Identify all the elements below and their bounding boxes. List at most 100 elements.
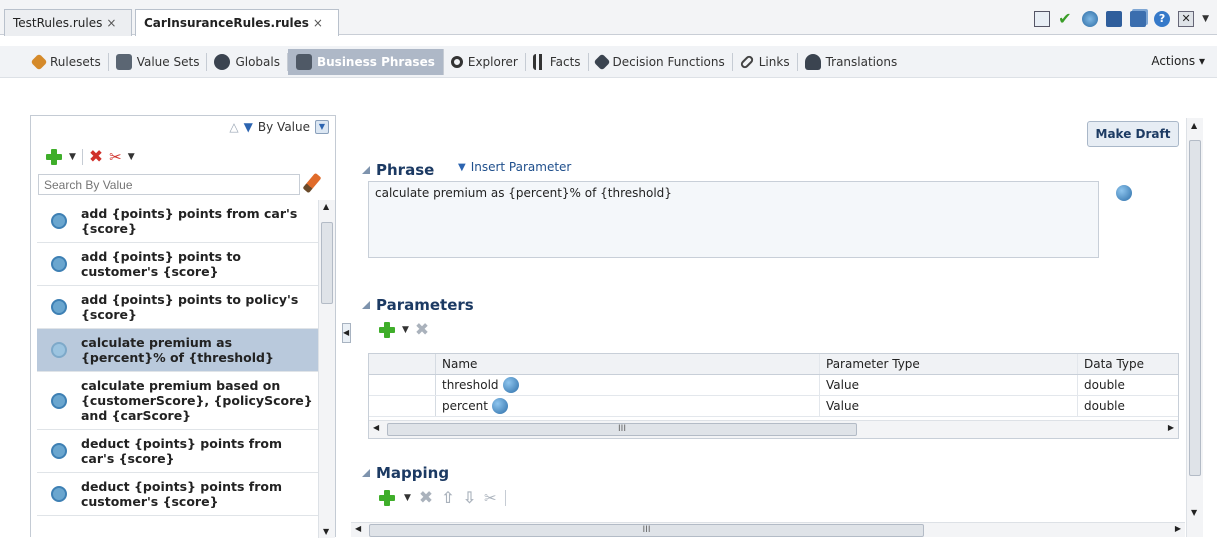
column-header-data-type[interactable]: Data Type (1078, 354, 1178, 374)
name-cell[interactable]: percent (436, 396, 820, 416)
delete-icon[interactable]: ✖ (89, 149, 103, 166)
nav-value-sets[interactable]: Value Sets (109, 52, 208, 71)
list-item[interactable]: add {points} points to customer's {score… (37, 243, 318, 286)
scroll-left-icon[interactable]: ◀ (373, 423, 379, 432)
list-item[interactable]: add {points} points to policy's {score} (37, 286, 318, 329)
scroll-right-icon[interactable]: ▶ (1175, 524, 1181, 533)
content-horizontal-scrollbar[interactable]: ◀ III ▶ (351, 522, 1185, 537)
collapse-triangle-icon[interactable] (362, 469, 370, 477)
close-icon[interactable]: × (313, 16, 323, 30)
scrollbar-thumb[interactable] (1189, 140, 1201, 476)
link-icon (738, 53, 755, 70)
scroll-right-icon[interactable]: ▶ (1168, 423, 1174, 432)
delete-icon: ✖ (414, 320, 430, 340)
collapse-panel-handle[interactable]: ◀ (342, 323, 351, 343)
phrase-icon (51, 443, 67, 459)
list-item-selected[interactable]: calculate premium as {percent}% of {thre… (37, 329, 318, 372)
nav-label: Facts (549, 54, 581, 69)
chevron-down-icon[interactable]: ▼ (69, 152, 76, 162)
save-icon[interactable] (1106, 11, 1123, 27)
scroll-down-icon[interactable]: ▼ (323, 527, 329, 536)
close-icon[interactable]: × (106, 16, 116, 30)
nav-decision-functions[interactable]: Decision Functions (589, 52, 733, 71)
sort-descending-icon[interactable]: ▼ (244, 120, 253, 134)
chevron-down-icon[interactable]: ▼ (315, 120, 329, 134)
translate-icon[interactable] (491, 398, 508, 414)
globe-settings-icon[interactable] (1082, 11, 1099, 27)
phrase-icon (51, 213, 67, 229)
table-row[interactable]: threshold Value double (369, 375, 1178, 396)
list-item[interactable]: deduct {points} points from customer's {… (37, 473, 318, 516)
tab-carinsurancerules[interactable]: CarInsuranceRules.rules × (135, 9, 339, 36)
translate-icon[interactable] (502, 377, 519, 393)
search-input[interactable] (38, 174, 300, 195)
help-icon[interactable]: ? (1154, 11, 1171, 27)
list-scrollbar[interactable]: ▲ ▼ (318, 200, 335, 538)
scroll-left-icon[interactable]: ◀ (355, 524, 361, 533)
tab-testrules[interactable]: TestRules.rules × (4, 9, 132, 36)
insert-parameter-label: Insert Parameter (470, 160, 572, 174)
list-item[interactable]: calculate premium based on {customerScor… (37, 372, 318, 430)
parameters-table: Name Parameter Type Data Type threshold … (368, 353, 1179, 439)
save-all-icon[interactable] (1130, 11, 1147, 27)
insert-parameter-menu[interactable]: ▼ Insert Parameter (458, 160, 571, 174)
phrase-icon (51, 486, 67, 502)
column-header-parameter-type[interactable]: Parameter Type (820, 354, 1078, 374)
facts-icon (532, 53, 545, 70)
tab-label: TestRules.rules (13, 16, 103, 30)
chevron-down-icon[interactable]: ▼ (128, 152, 135, 162)
collapse-triangle-icon[interactable] (362, 166, 370, 174)
nav-rulesets[interactable]: Rulesets (26, 52, 109, 71)
name-cell[interactable]: threshold (436, 375, 820, 395)
sort-control[interactable]: △ ▼ By Value ▼ (229, 120, 329, 134)
phrase-section-header[interactable]: Phrase (362, 161, 434, 179)
validate-check-icon[interactable]: ✔ (1058, 11, 1074, 27)
mapping-section-header[interactable]: Mapping (362, 464, 449, 482)
nav-explorer[interactable]: Explorer (444, 52, 526, 71)
nav-links[interactable]: Links (733, 52, 798, 71)
nav-label: Globals (235, 54, 280, 69)
value-set-icon (115, 53, 132, 70)
chevron-down-icon[interactable]: ▼ (404, 493, 411, 503)
parameter-type-cell[interactable]: Value (820, 396, 1078, 416)
actions-menu[interactable]: Actions ▾ (1151, 54, 1205, 68)
scroll-up-icon[interactable]: ▲ (1191, 121, 1197, 130)
nav-globals[interactable]: Globals (207, 52, 288, 71)
phrase-text-field[interactable]: calculate premium as {percent}% of {thre… (368, 181, 1099, 258)
cut-icon[interactable]: ✂ (109, 149, 122, 165)
phrase-icon (51, 256, 67, 272)
add-icon[interactable] (45, 148, 63, 166)
parameter-type-cell[interactable]: Value (820, 375, 1078, 395)
phrase-icon (51, 342, 67, 358)
column-header-name[interactable]: Name (436, 354, 820, 374)
nav-facts[interactable]: Facts (526, 52, 589, 71)
data-type-cell[interactable]: double (1078, 375, 1178, 395)
content-vertical-scrollbar[interactable]: ▲ ▼ (1186, 118, 1203, 537)
nav-translations[interactable]: Translations (798, 53, 905, 71)
table-row[interactable]: percent Value double (369, 396, 1178, 417)
export-icon[interactable] (1034, 11, 1051, 27)
data-type-cell[interactable]: double (1078, 396, 1178, 416)
chevron-down-icon[interactable]: ▼ (402, 325, 409, 335)
list-item[interactable]: add {points} points from car's {score} (37, 200, 318, 243)
make-draft-button[interactable]: Make Draft (1087, 121, 1179, 147)
translate-icon[interactable] (1116, 185, 1132, 201)
scrollbar-thumb[interactable] (321, 222, 333, 304)
parameters-section-header[interactable]: Parameters (362, 296, 474, 314)
scrollbar-thumb[interactable]: III (387, 423, 857, 436)
list-item[interactable]: deduct {points} points from car's {score… (37, 430, 318, 473)
collapse-triangle-icon[interactable] (362, 301, 370, 309)
chevron-down-icon[interactable]: ▼ (1202, 14, 1209, 24)
close-window-icon[interactable]: ✕ (1178, 11, 1195, 27)
sort-ascending-icon[interactable]: △ (229, 120, 238, 134)
scroll-down-icon[interactable]: ▼ (1191, 508, 1197, 517)
scrollbar-thumb[interactable]: III (369, 524, 924, 537)
add-icon[interactable] (378, 321, 396, 339)
scroll-up-icon[interactable]: ▲ (323, 202, 329, 211)
table-horizontal-scrollbar[interactable]: ◀ III ▶ (369, 420, 1178, 438)
nav-business-phrases[interactable]: Business Phrases (287, 48, 444, 75)
add-icon[interactable] (378, 489, 396, 507)
clear-search-icon[interactable] (302, 172, 322, 194)
row-header-cell (369, 375, 436, 395)
toolbar-divider (504, 490, 506, 506)
